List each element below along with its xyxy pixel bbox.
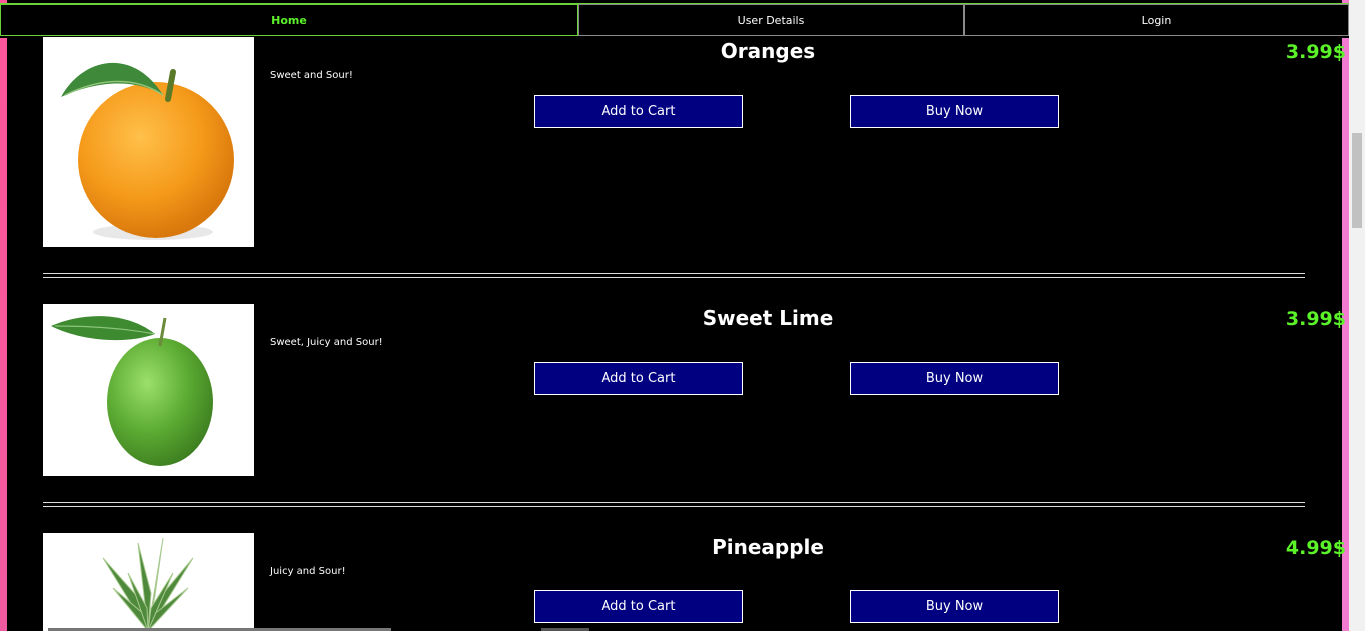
product-title: Pineapple [712,535,824,559]
product-image-oranges [43,37,254,247]
add-to-cart-button[interactable]: Add to Cart [534,362,743,395]
product-description: Juicy and Sour! [270,566,346,577]
nav-home[interactable]: Home [0,4,578,36]
product-price: 3.99$ [1285,41,1346,63]
product-description: Sweet, Juicy and Sour! [270,337,383,348]
add-to-cart-button[interactable]: Add to Cart [534,590,743,623]
product-title: Sweet Lime [702,306,834,330]
product-price: 4.99$ [1285,537,1346,559]
product-description: Sweet and Sour! [270,70,353,81]
product-price: 3.99$ [1285,308,1346,330]
nav-login[interactable]: Login [964,4,1349,36]
product-title: Oranges [720,39,816,63]
top-nav: Home User Details Login [0,3,1349,38]
nav-user-details[interactable]: User Details [578,4,964,36]
product-divider [43,273,1305,278]
buy-now-button[interactable]: Buy Now [850,590,1059,623]
buy-now-button[interactable]: Buy Now [850,362,1059,395]
scrollbar-thumb[interactable] [1352,133,1362,228]
product-card-oranges: Sweet and Sour! Oranges 3.99$ Add to Car… [43,37,1346,247]
left-edge-stripe [0,0,7,631]
buy-now-button[interactable]: Buy Now [850,95,1059,128]
add-to-cart-button[interactable]: Add to Cart [534,95,743,128]
product-card-sweet-lime: Sweet, Juicy and Sour! Sweet Lime 3.99$ … [43,304,1346,476]
product-card-pineapple: Juicy and Sour! Pineapple 4.99$ Add to C… [43,533,1346,631]
product-divider [43,502,1305,507]
